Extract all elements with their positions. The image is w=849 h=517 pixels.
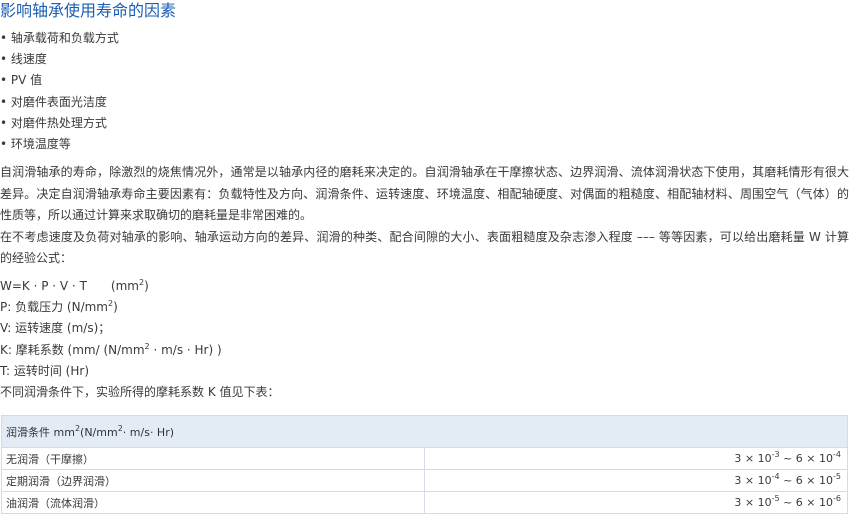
- formula-p: P: 负载压力 (N/mm2): [0, 299, 118, 315]
- paragraph-life: 自润滑轴承的寿命，除激烈的烧焦情况外，通常是以轴承内径的磨耗来决定的。自润滑轴承…: [0, 165, 849, 222]
- page-title: 影响轴承使用寿命的因素: [0, 1, 177, 20]
- table-row: 无润滑（干摩擦） 3 × 10-3 ~ 6 × 10-4: [1, 447, 848, 470]
- table-header-row: 润滑条件 mm2(N/mm2· m/s· Hr): [1, 415, 848, 448]
- condition-cell: 油润滑（流体润滑）: [1, 491, 425, 514]
- condition-cell: 定期润滑（边界润滑）: [1, 469, 425, 492]
- paragraph-formula-intro: 在不考虑速度及负荷对轴承的影响、轴承运动方向的差异、润滑的种类、配合间隙的大小、…: [0, 229, 849, 266]
- formula-k: K: 摩耗系数 (mm/ (N/mm2 · m/s · Hr) ): [0, 341, 222, 357]
- table-row: 定期润滑（边界润滑） 3 × 10-4 ~ 6 × 10-5: [1, 469, 848, 492]
- body-text: 自润滑轴承的寿命，除激烈的烧焦情况外，通常是以轴承内径的磨耗来决定的。自润滑轴承…: [0, 162, 849, 270]
- list-item: • 轴承载荷和负载方式: [0, 31, 119, 45]
- condition-cell: 无润滑（干摩擦）: [1, 447, 425, 470]
- wear-coefficient-table: 润滑条件 mm2(N/mm2· m/s· Hr) 无润滑（干摩擦） 3 × 10…: [1, 415, 848, 514]
- table-row: 油润滑（流体润滑） 3 × 10-5 ~ 6 × 10-6: [1, 491, 848, 514]
- table-note: 不同润滑条件下，实验所得的摩耗系数 K 值见下表：: [0, 384, 280, 399]
- factor-list: • 轴承载荷和负载方式 • 线速度 • PV 值 • 对磨件表面光洁度 • 对磨…: [0, 28, 119, 155]
- list-item: • 对磨件热处理方式: [0, 115, 107, 130]
- formula-v: V: 运转速度 (m/s)；: [0, 321, 111, 336]
- list-item: • PV 值: [0, 73, 43, 88]
- table-header-cell: 润滑条件 mm2(N/mm2· m/s· Hr): [1, 415, 848, 448]
- list-item: • 对磨件表面光洁度: [0, 94, 107, 109]
- value-cell: 3 × 10-4 ~ 6 × 10-5: [424, 469, 848, 492]
- list-item: • 环境温度等: [0, 136, 71, 151]
- value-cell: 3 × 10-5 ~ 6 × 10-6: [424, 491, 848, 514]
- formula-w: W=K · P · V · T (mm2): [0, 278, 149, 294]
- list-item: • 线速度: [0, 52, 47, 67]
- formula-block: W=K · P · V · T (mm2) P: 负载压力 (N/mm2) V: …: [0, 276, 280, 403]
- value-cell: 3 × 10-3 ~ 6 × 10-4: [424, 447, 848, 470]
- formula-t: T: 运转时间 (Hr): [0, 363, 90, 378]
